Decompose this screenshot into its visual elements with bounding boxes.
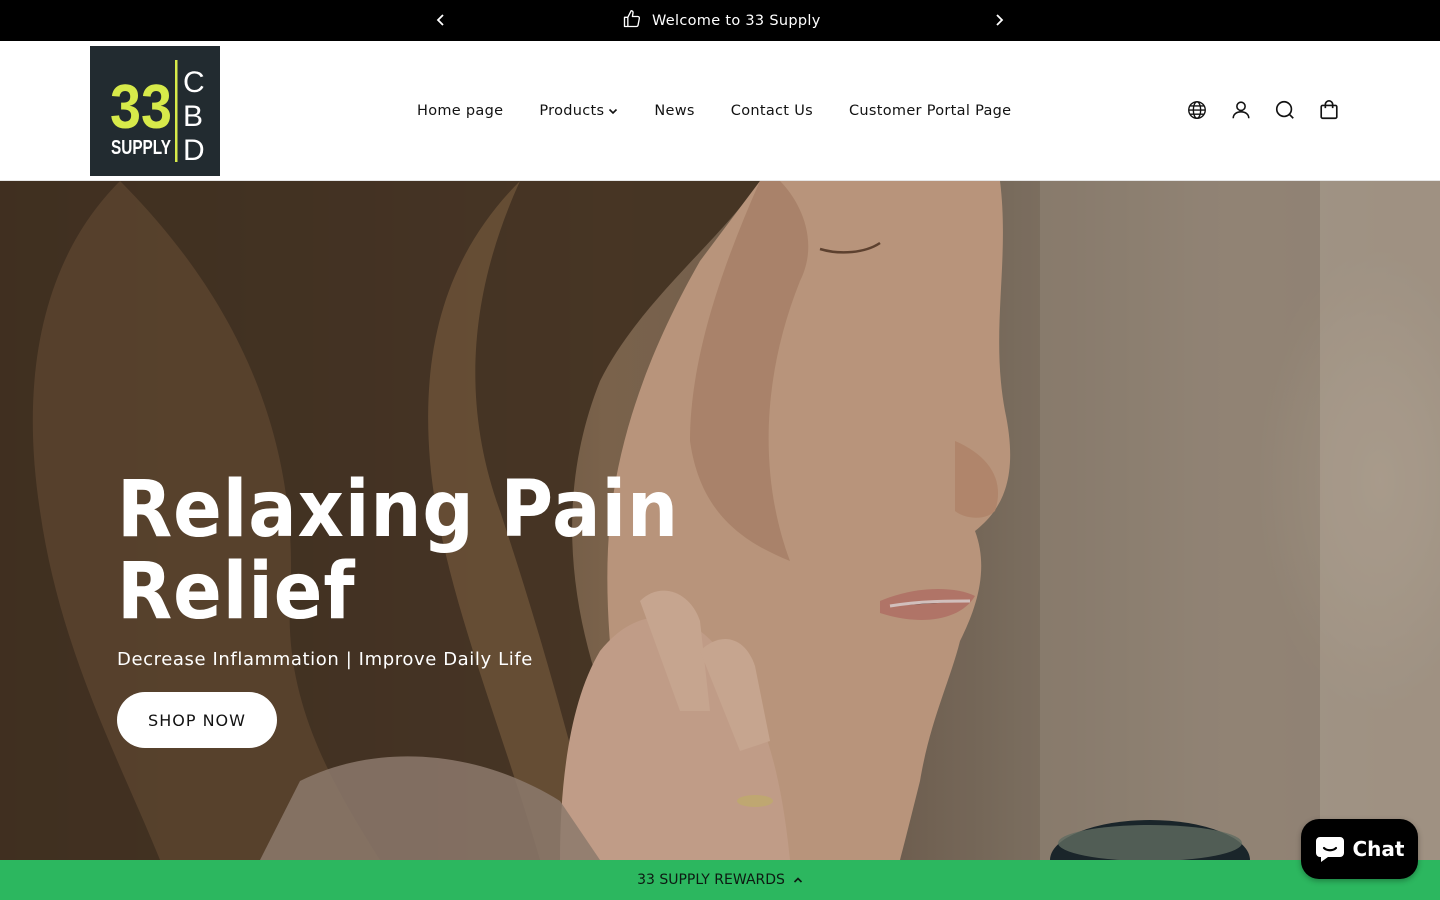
nav-customer-portal[interactable]: Customer Portal Page	[849, 103, 1011, 119]
nav-home[interactable]: Home page	[417, 103, 503, 119]
svg-text:C: C	[183, 66, 205, 99]
rewards-bar[interactable]: 33 SUPPLY REWARDS	[0, 860, 1440, 900]
hero-subtitle: Decrease Inflammation | Improve Daily Li…	[117, 649, 533, 670]
hero-title-line-1: Relaxing Pain	[117, 465, 680, 555]
chevron-down-icon	[609, 108, 618, 115]
svg-text:SUPPLY: SUPPLY	[111, 137, 172, 159]
hero-title-line-2: Relief	[117, 547, 356, 637]
header-icons	[1186, 99, 1340, 121]
globe-icon[interactable]	[1186, 99, 1208, 121]
nav-products[interactable]: Products	[539, 103, 618, 119]
announcement-text: Welcome to 33 Supply	[652, 12, 821, 29]
chat-label: Chat	[1352, 837, 1405, 861]
site-logo[interactable]: 33 SUPPLY C B D	[90, 46, 220, 176]
nav-news[interactable]: News	[654, 103, 694, 119]
hero-banner: Relaxing Pain Relief Decrease Inflammati…	[0, 181, 1440, 860]
chat-button[interactable]: Chat	[1301, 819, 1418, 879]
chevron-up-icon	[793, 877, 802, 883]
announcement-bar: Welcome to 33 Supply	[0, 0, 1440, 41]
main-nav: Home page Products News Contact Us Custo…	[417, 41, 1011, 181]
logo-mark: 33 SUPPLY C B D	[90, 46, 220, 176]
chat-bubble-icon	[1315, 837, 1344, 862]
chevron-right-icon[interactable]	[989, 10, 1009, 30]
thumbs-up-icon	[622, 9, 642, 33]
svg-text:D: D	[183, 134, 205, 167]
search-icon[interactable]	[1274, 99, 1296, 121]
site-header: 33 SUPPLY C B D Home page Products News …	[0, 41, 1440, 181]
cart-icon[interactable]	[1318, 99, 1340, 121]
shop-now-button[interactable]: SHOP NOW	[117, 692, 277, 748]
svg-text:33: 33	[110, 73, 172, 142]
nav-contact-us[interactable]: Contact Us	[731, 103, 813, 119]
hero-title: Relaxing Pain Relief	[117, 469, 687, 633]
chevron-left-icon[interactable]	[431, 10, 451, 30]
rewards-label: 33 SUPPLY REWARDS	[637, 872, 785, 888]
svg-text:B: B	[183, 100, 203, 133]
account-icon[interactable]	[1230, 99, 1252, 121]
hero-text: Relaxing Pain Relief Decrease Inflammati…	[117, 469, 737, 670]
announcement-message: Welcome to 33 Supply	[622, 0, 821, 41]
